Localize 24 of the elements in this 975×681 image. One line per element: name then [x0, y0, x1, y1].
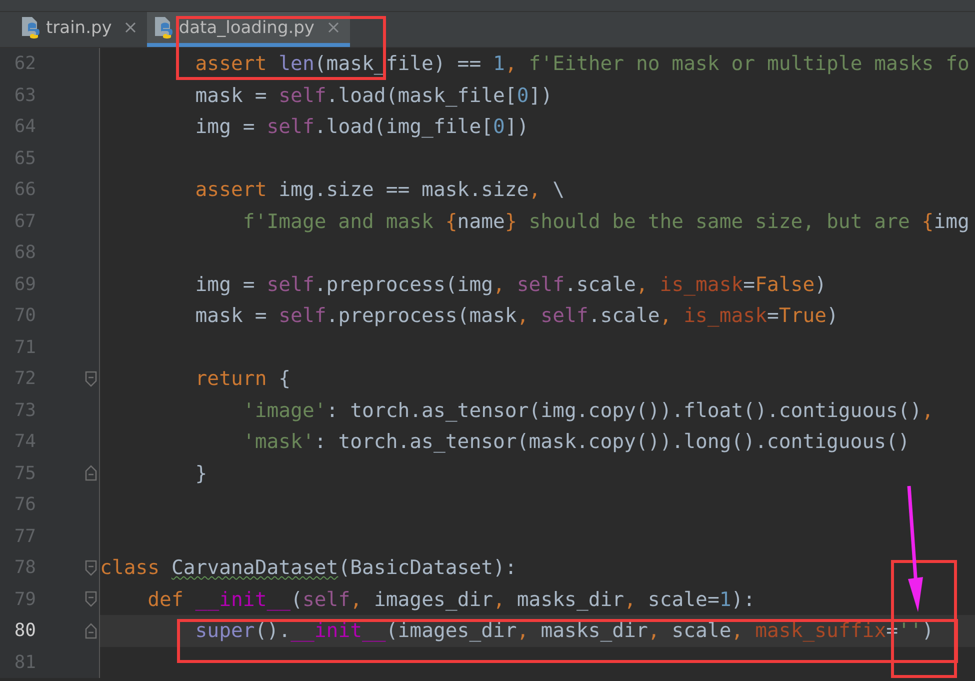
- code-line: class CarvanaDataset(BasicDataset):: [100, 556, 517, 580]
- python-file-icon: [20, 16, 40, 40]
- code-line: img = self.load(img_file[0]): [194, 115, 529, 138]
- fold-icon[interactable]: [85, 560, 97, 576]
- line-number: 80: [13, 620, 36, 642]
- python-file-icon: [152, 16, 173, 40]
- close-icon[interactable]: [124, 21, 137, 34]
- code-line: 'mask': torch.as_tensor(mask.copy()).long().contiguous(): [242, 430, 910, 454]
- code-line: }: [194, 462, 208, 485]
- fold-icon[interactable]: [85, 465, 97, 482]
- code-line: def __init__(self, images_dir, masks_dir, scale=1):: [146, 588, 756, 611]
- fold-icon[interactable]: [85, 591, 97, 608]
- code-line: return {: [194, 367, 291, 390]
- code-line: 'image': torch.as_tensor(img.copy()).float().contiguous(),: [242, 398, 934, 422]
- code-line: mask = self.preprocess(mask, self.scale, is_mask=True): [194, 304, 838, 328]
- tab[interactable]: data_loading.py: [146, 12, 350, 47]
- code-line: img = self.preprocess(img, self.scale, is_mask=False): [194, 272, 827, 296]
- tab[interactable]: train.py: [14, 12, 147, 47]
- fold-icon[interactable]: [85, 370, 97, 387]
- code-line: mask = self.load(mask_file[0]): [194, 84, 553, 107]
- code-line: assert img.size == mask.size, \: [194, 178, 564, 202]
- fold-icon[interactable]: [85, 622, 97, 639]
- code-line: f'Image and mask {name} should be the same size, but are {img: [242, 210, 970, 233]
- close-icon[interactable]: [326, 21, 340, 34]
